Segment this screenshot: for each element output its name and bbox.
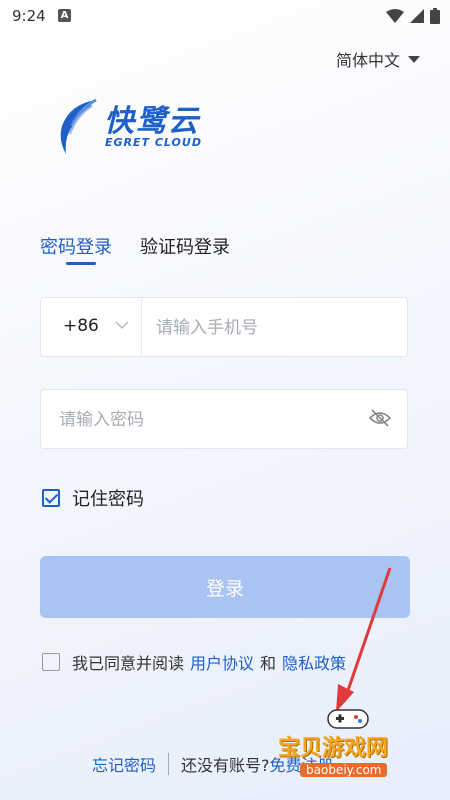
watermark: 宝贝游戏网 baobeiy.com [270,706,445,786]
language-selector[interactable]: 简体中文 [336,47,420,71]
logo-text-en: EGRET CLOUD [105,136,202,149]
user-agreement-link[interactable]: 用户协议 [190,650,254,674]
language-label: 简体中文 [335,51,400,70]
field-divider [141,298,142,356]
status-bar: 9:24 A [0,0,450,34]
annotation-arrow-icon [336,567,392,712]
remember-checkbox[interactable] [42,489,60,507]
wifi-icon [386,9,404,23]
remember-password[interactable]: 记住密码 [42,485,144,511]
signal-icon [410,9,424,23]
watermark-text: 宝贝游戏网 [278,736,389,761]
remember-label: 记住密码 [72,489,144,510]
agreement-prefix: 我已同意并阅读 [72,654,185,673]
forgot-password-link[interactable]: 忘记密码 [92,752,156,776]
footer-divider [168,753,170,775]
eye-off-icon[interactable] [369,409,391,427]
no-account-text: 还没有账号? [181,756,270,775]
phone-input[interactable] [154,308,398,348]
watermark-url: baobeiy.com [300,763,388,777]
status-time: 9:24 [12,7,46,25]
password-input[interactable] [57,400,361,440]
phone-field: +86 [40,297,408,357]
battery-icon [430,8,440,24]
gamepad-icon [327,709,369,729]
agreement-and: 和 [260,654,277,673]
app-logo: 快鹭云 EGRET CLOUD [52,96,212,158]
egret-logo-icon [60,98,97,154]
agreement-checkbox[interactable] [42,653,60,671]
tab-password-login[interactable]: 密码登录 [40,233,112,259]
login-tabs: 密码登录 验证码登录 [40,233,230,259]
password-field [40,389,408,449]
caret-down-icon [408,55,420,63]
country-code[interactable]: +86 [63,316,99,336]
active-tab-indicator [66,262,96,265]
logo-text-cn: 快鹭云 [104,104,200,139]
notification-icon: A [58,9,71,22]
tab-sms-login[interactable]: 验证码登录 [140,233,230,259]
chevron-down-icon[interactable] [115,320,129,330]
status-icons [386,8,440,24]
agreement-row: 我已同意并阅读 用户协议 和 隐私政策 [42,650,352,674]
